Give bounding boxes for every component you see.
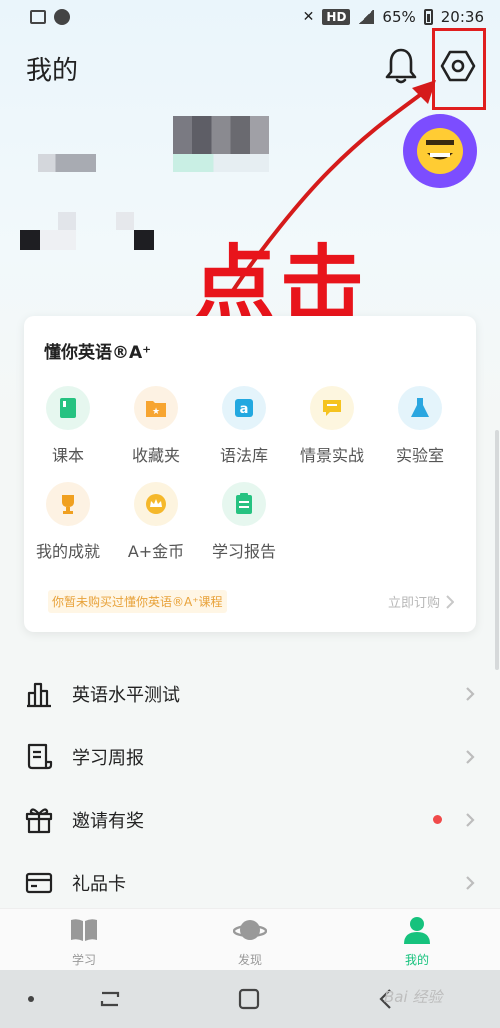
grid-label: 课本 — [51, 446, 84, 465]
menu-row-weekly-report[interactable]: 学习周报 — [0, 725, 500, 788]
status-bar: ✕ HD 65% 20:36 — [0, 0, 500, 34]
book-open-icon — [71, 919, 97, 941]
blur-block — [173, 116, 269, 154]
menu-label: 礼品卡 — [72, 873, 126, 895]
tab-study[interactable]: 学习 — [34, 909, 134, 971]
blur-block — [134, 230, 154, 250]
notification-dot — [433, 815, 442, 824]
menu-row-level-test[interactable]: 英语水平测试 — [0, 662, 500, 725]
highlight-box — [432, 28, 486, 110]
grid-label: 实验室 — [395, 446, 444, 465]
avatar-emoji-icon — [417, 128, 463, 174]
bar-chart-icon — [27, 682, 51, 708]
grid-item-textbook[interactable]: 课本 — [24, 386, 112, 466]
grid-item-scenario[interactable]: 情景实战 — [288, 386, 376, 466]
blur-block — [173, 154, 269, 172]
trophy-icon — [46, 482, 90, 526]
blur-block — [38, 154, 96, 172]
grid-label: 我的成就 — [35, 542, 100, 561]
flask-icon — [398, 386, 442, 430]
grid-label: 情景实战 — [299, 446, 364, 465]
book-icon — [46, 386, 90, 430]
tab-label: 发现 — [237, 953, 262, 967]
tab-discover[interactable]: 发现 — [200, 909, 300, 971]
chevron-right-icon — [466, 750, 475, 764]
gallery-icon — [30, 10, 46, 24]
planet-icon — [232, 920, 268, 940]
grid-label: 收藏夹 — [131, 446, 180, 465]
blur-block — [58, 212, 76, 230]
chevron-right-icon — [466, 687, 475, 701]
chat-bubble-icon — [310, 386, 354, 430]
battery-percent: 65% — [382, 8, 416, 26]
grid-label: 学习报告 — [211, 542, 276, 561]
tab-mine[interactable]: 我的 — [367, 909, 467, 971]
grammar-a-icon: a — [222, 386, 266, 430]
avatar[interactable] — [403, 114, 477, 188]
chevron-right-icon — [466, 813, 475, 827]
scroll-icon — [27, 743, 53, 770]
battery-icon — [423, 9, 433, 25]
grid-item-favorites[interactable]: ★ 收藏夹 — [112, 386, 200, 466]
menu-row-gift-card[interactable]: 礼品卡 — [0, 851, 500, 914]
grid-item-coins[interactable]: A+金币 — [112, 482, 200, 562]
status-time: 20:36 — [440, 8, 484, 26]
blur-block — [20, 230, 40, 250]
star-folder-icon: ★ — [134, 386, 178, 430]
grid-item-grammar[interactable]: a 语法库 — [200, 386, 288, 466]
subscribe-link[interactable]: 立即订购 — [388, 592, 454, 611]
scrollbar[interactable] — [495, 430, 499, 670]
menu-label: 邀请有奖 — [72, 810, 144, 832]
grid-item-achievements[interactable]: 我的成就 — [24, 482, 112, 562]
chevron-right-icon — [446, 594, 454, 609]
mute-icon: ✕ — [302, 9, 315, 25]
purchase-notice: 你暂未购买过懂你英语®A⁺课程 — [48, 590, 227, 613]
card-icon — [25, 872, 53, 894]
menu-label: 英语水平测试 — [72, 684, 180, 706]
blur-block — [116, 212, 134, 230]
recent-apps-icon[interactable] — [98, 987, 122, 1011]
svg-text:a: a — [240, 402, 249, 417]
grid-item-report[interactable]: 学习报告 — [200, 482, 288, 562]
card-title: 懂你英语®A⁺ — [44, 343, 152, 363]
page-title: 我的 — [26, 56, 79, 86]
network-badge: HD — [322, 9, 351, 25]
status-right: ✕ HD 65% 20:36 — [303, 8, 484, 26]
svg-text:★: ★ — [152, 407, 160, 417]
grid-label: 语法库 — [219, 446, 268, 465]
menu-row-invite[interactable]: 邀请有奖 — [0, 788, 500, 851]
blur-block — [40, 230, 76, 250]
menu-label: 学习周报 — [72, 747, 144, 769]
course-card: 懂你英语®A⁺ 课本 ★ 收藏夹 a 语法库 情景实战 实验室 我的成就 A+金… — [24, 316, 476, 632]
nav-dot-icon[interactable] — [28, 996, 34, 1002]
subscribe-label: 立即订购 — [387, 596, 440, 611]
home-button-icon[interactable] — [237, 987, 261, 1011]
tab-label: 我的 — [404, 953, 429, 967]
tab-label: 学习 — [71, 953, 96, 967]
chevron-right-icon — [466, 876, 475, 890]
grid-item-lab[interactable]: 实验室 — [376, 386, 464, 466]
crown-coin-icon — [134, 482, 178, 526]
watermark-text: Bai 经验 — [384, 988, 443, 1006]
report-icon — [222, 482, 266, 526]
gift-icon — [25, 808, 53, 834]
signal-icon — [358, 10, 375, 24]
status-left — [30, 9, 70, 25]
bottom-tab-bar: 学习 发现 我的 — [0, 908, 500, 970]
app-notification-icon — [54, 9, 70, 25]
person-icon — [404, 917, 430, 944]
grid-label: A+金币 — [127, 542, 185, 561]
bell-icon[interactable] — [384, 46, 418, 86]
